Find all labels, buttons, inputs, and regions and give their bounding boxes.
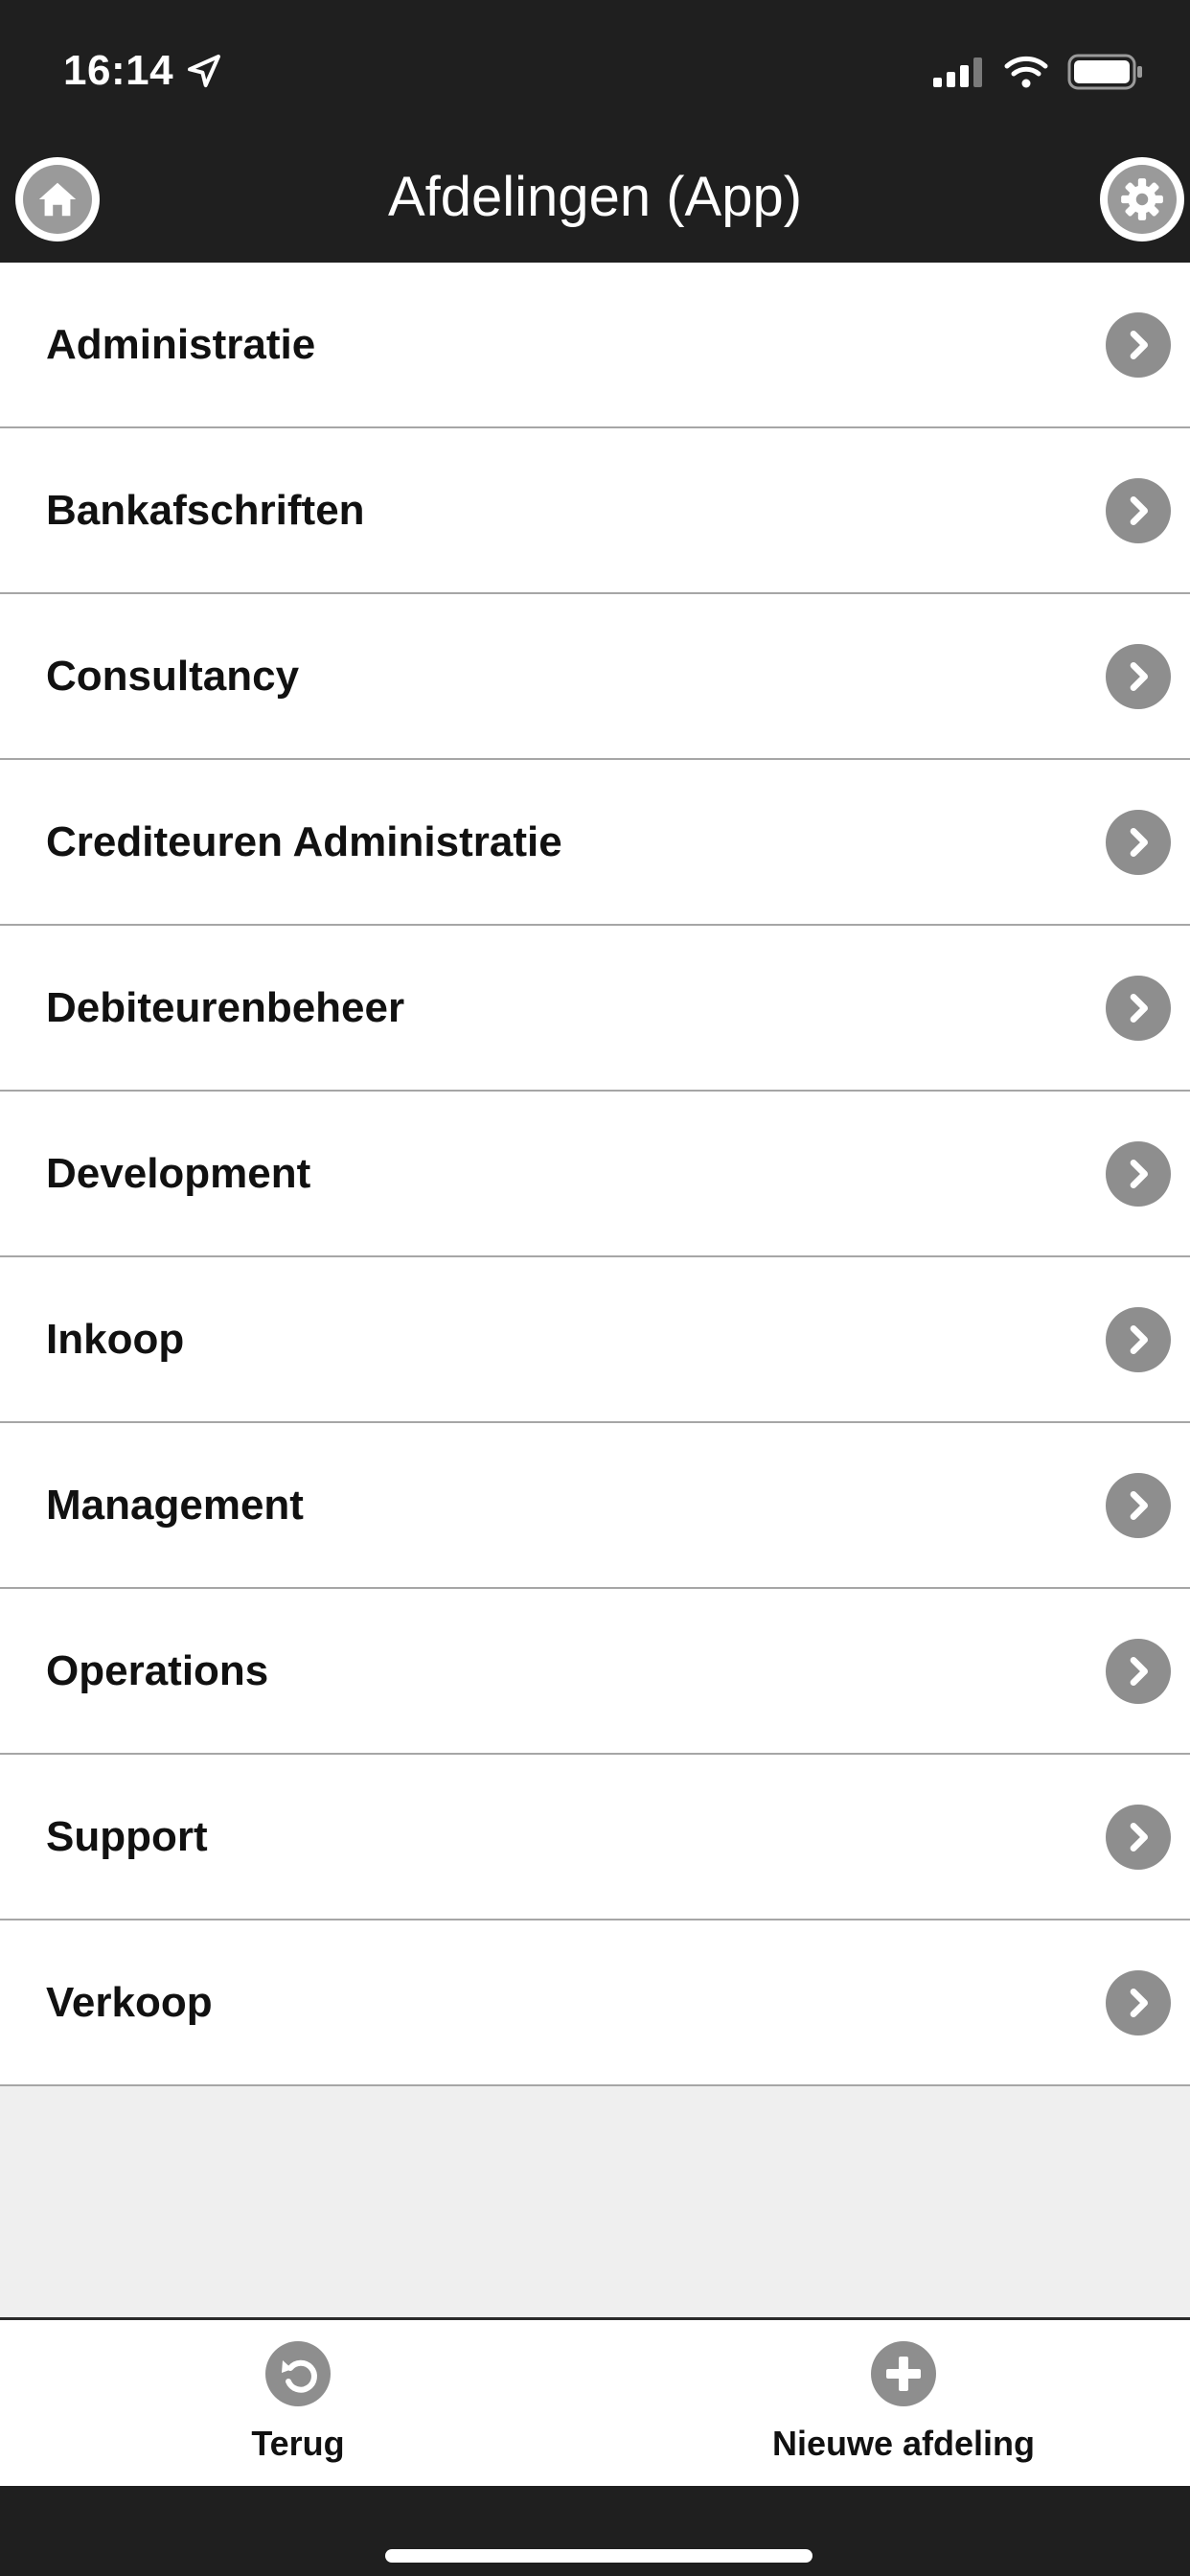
- chevron-right-icon: [1106, 1638, 1171, 1704]
- status-time-text: 16:14: [63, 47, 174, 94]
- back-button[interactable]: Terug: [97, 2341, 499, 2475]
- list-item-label: Administratie: [46, 320, 316, 368]
- list-item-debiteurenbeheer[interactable]: Debiteurenbeheer: [0, 926, 1190, 1092]
- plus-icon: [871, 2341, 936, 2406]
- chevron-right-icon: [1106, 1969, 1171, 2036]
- list-item-bankafschriften[interactable]: Bankafschriften: [0, 428, 1190, 594]
- undo-icon: [265, 2341, 331, 2406]
- chevron-right-icon: [1106, 1306, 1171, 1372]
- home-indicator-area: [0, 2486, 1190, 2576]
- list-item-verkoop[interactable]: Verkoop: [0, 1920, 1190, 2086]
- back-button-label: Terug: [251, 2424, 345, 2463]
- list-item-label: Management: [46, 1481, 304, 1529]
- gear-icon: [1121, 178, 1163, 220]
- list-item-inkoop[interactable]: Inkoop: [0, 1257, 1190, 1423]
- list-item-label: Development: [46, 1149, 311, 1197]
- list-item-label: Inkoop: [46, 1315, 185, 1363]
- top-bar: 16:14 Afdelingen (App): [0, 0, 1190, 263]
- home-indicator[interactable]: [385, 2549, 812, 2563]
- new-department-button[interactable]: Nieuwe afdeling: [702, 2341, 1105, 2475]
- chevron-right-icon: [1106, 1472, 1171, 1538]
- list-item-label: Bankafschriften: [46, 486, 365, 534]
- chevron-right-icon: [1106, 477, 1171, 543]
- list-item-crediteuren-administratie[interactable]: Crediteuren Administratie: [0, 760, 1190, 926]
- list-item-operations[interactable]: Operations: [0, 1589, 1190, 1755]
- list-item-label: Debiteurenbeheer: [46, 983, 405, 1031]
- home-icon-circle: [23, 165, 92, 234]
- list-item-administratie[interactable]: Administratie: [0, 263, 1190, 428]
- status-time: 16:14: [63, 42, 223, 100]
- settings-icon-circle: [1108, 165, 1177, 234]
- home-icon: [38, 182, 77, 217]
- new-department-label: Nieuwe afdeling: [771, 2424, 1036, 2463]
- status-indicators: [933, 48, 1144, 96]
- cellular-signal-icon: [933, 58, 982, 87]
- location-arrow-icon: [188, 55, 221, 87]
- list-item-label: Support: [46, 1812, 208, 1860]
- bottom-toolbar: Terug Nieuwe afdeling: [0, 2317, 1190, 2489]
- list-item-label: Operations: [46, 1646, 269, 1694]
- list-item-management[interactable]: Management: [0, 1423, 1190, 1589]
- home-button[interactable]: [15, 157, 100, 242]
- department-list: Administratie Bankafschriften Consultanc…: [0, 263, 1190, 2086]
- chevron-right-icon: [1106, 809, 1171, 875]
- page-title: Afdelingen (App): [387, 165, 803, 228]
- settings-button[interactable]: [1100, 157, 1184, 242]
- list-item-consultancy[interactable]: Consultancy: [0, 594, 1190, 760]
- chevron-right-icon: [1106, 1140, 1171, 1207]
- chevron-right-icon: [1106, 311, 1171, 378]
- chevron-right-icon: [1106, 1804, 1171, 1870]
- list-item-development[interactable]: Development: [0, 1092, 1190, 1257]
- wifi-icon: [1004, 56, 1048, 88]
- list-item-label: Consultancy: [46, 652, 300, 700]
- list-item-label: Crediteuren Administratie: [46, 817, 562, 865]
- list-item-label: Verkoop: [46, 1978, 213, 2026]
- list-item-support[interactable]: Support: [0, 1755, 1190, 1920]
- battery-icon: [1067, 54, 1142, 90]
- chevron-right-icon: [1106, 975, 1171, 1041]
- chevron-right-icon: [1106, 643, 1171, 709]
